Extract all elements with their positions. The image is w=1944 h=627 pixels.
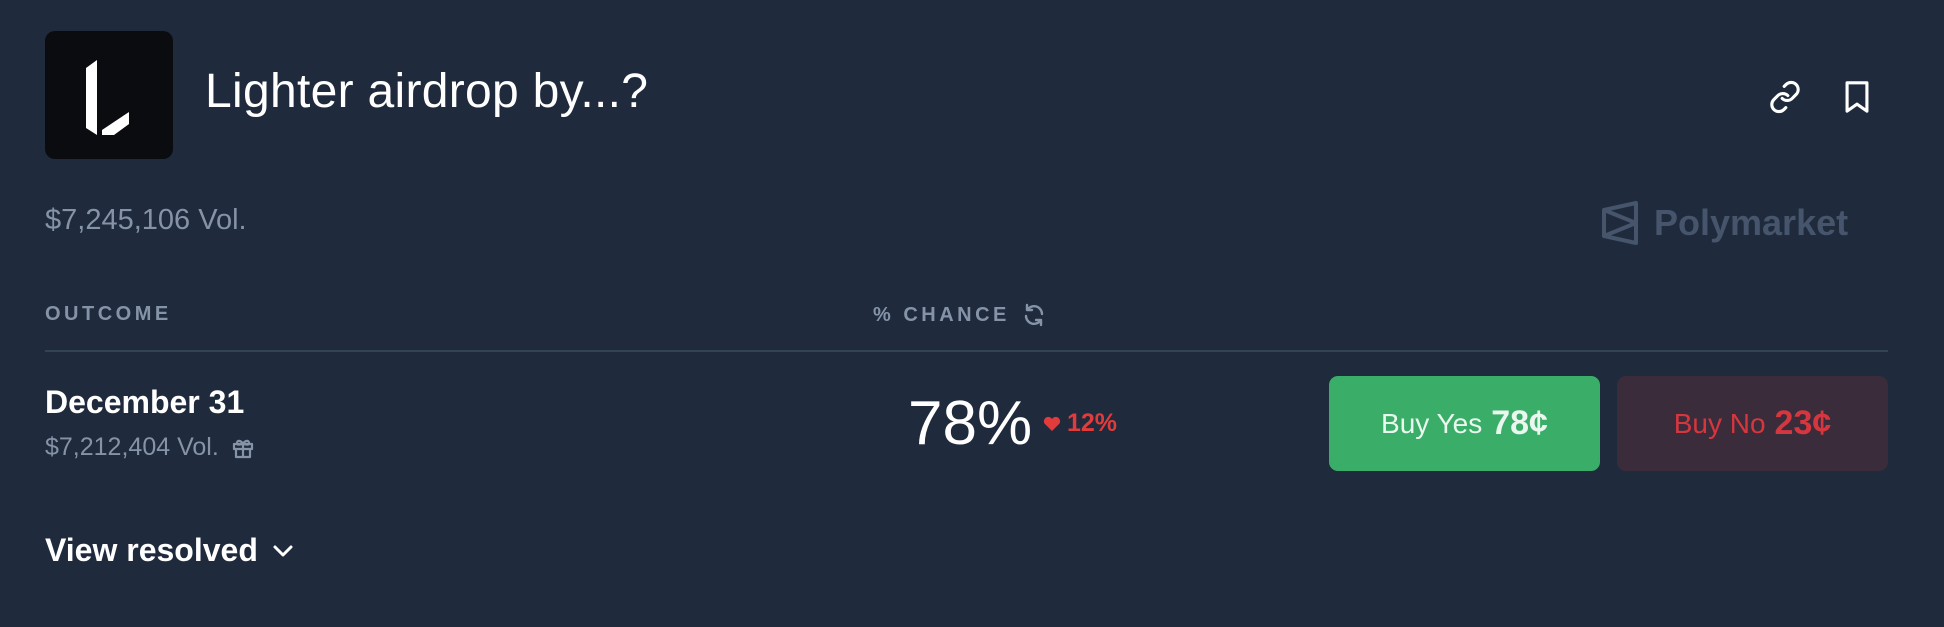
outcome-volume-row: $7,212,404 Vol.	[45, 433, 255, 462]
chance-header-label: % CHANCE	[873, 303, 1010, 326]
view-resolved-toggle[interactable]: View resolved	[45, 532, 294, 569]
link-icon	[1770, 80, 1800, 114]
market-volume: $7,245,106 Vol.	[45, 204, 247, 236]
gift-icon[interactable]	[231, 436, 255, 460]
buy-yes-price: 78¢	[1491, 404, 1548, 442]
polymarket-brand: Polymarket	[1600, 199, 1848, 247]
outcome-name[interactable]: December 31	[45, 384, 244, 421]
view-resolved-label: View resolved	[45, 532, 258, 568]
brand-name: Polymarket	[1654, 202, 1849, 243]
header-divider	[45, 350, 1888, 352]
chance-change-value: 12%	[1067, 409, 1118, 437]
buy-no-price: 23¢	[1774, 404, 1832, 442]
chance-value: 78%	[908, 389, 1033, 458]
chevron-down-icon	[273, 545, 293, 556]
market-title: Lighter airdrop by...?	[205, 65, 649, 118]
heart-down-icon	[1043, 416, 1061, 431]
bookmark-icon	[1845, 81, 1869, 113]
buy-yes-button[interactable]: Buy Yes 78¢	[1329, 376, 1600, 471]
buy-no-label: Buy No	[1673, 407, 1766, 439]
refresh-icon[interactable]	[1022, 303, 1046, 327]
market-card: Lighter airdrop by...? $7,245,106 Vol. P…	[0, 0, 1944, 627]
chance-column-header: % CHANCE	[873, 303, 1046, 327]
copy-link-button[interactable]	[1763, 75, 1807, 119]
outcome-column-header: OUTCOME	[45, 303, 172, 325]
bookmark-button[interactable]	[1835, 75, 1879, 119]
outcome-volume: $7,212,404 Vol.	[45, 433, 219, 461]
buy-no-button[interactable]: Buy No 23¢	[1617, 376, 1888, 471]
lighter-logo-icon[interactable]	[45, 31, 173, 159]
polymarket-logo-icon	[1602, 201, 1638, 245]
chance-change: 12%	[1043, 409, 1117, 438]
buy-yes-label: Buy Yes	[1381, 407, 1483, 439]
